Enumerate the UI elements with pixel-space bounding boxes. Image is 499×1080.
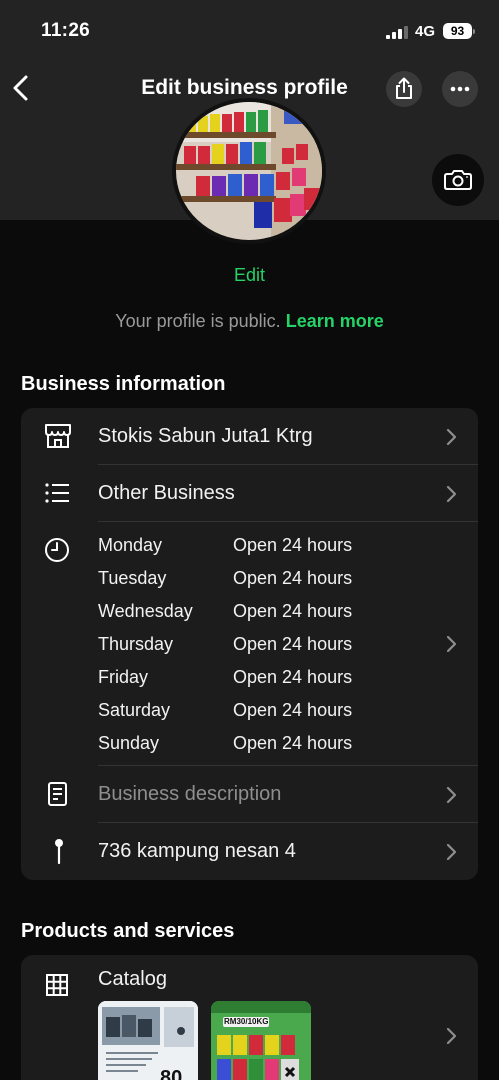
clock-icon [45,538,69,562]
battery-icon: 93 [443,23,472,39]
catalog-row[interactable]: Catalog 80 RM30/10KG [21,955,478,1080]
business-category: Other Business [98,482,235,504]
profile-public-note: Your profile is public. Learn more [0,311,499,332]
hours-day: Saturday [98,700,171,720]
hours-value: Open 24 hours [233,667,353,687]
products-card: Catalog 80 RM30/10KG [21,955,478,1080]
products-services-title: Products and services [21,920,235,942]
hours-value: Open 24 hours [233,535,353,555]
status-bar: 11:26 4G 93 [0,20,499,44]
business-description-row[interactable]: Business description [21,766,478,823]
hours-value: Open 24 hours [233,700,353,720]
business-information-title: Business information [21,373,226,395]
business-description-placeholder: Business description [98,783,282,805]
business-info-card: Stokis Sabun Juta1 Ktrg Other Business M… [21,408,478,880]
change-photo-button[interactable] [432,154,484,206]
catalog-label: Catalog [98,968,167,990]
hours-day: Monday [98,535,163,555]
document-icon [48,782,67,806]
business-name: Stokis Sabun Juta1 Ktrg [98,425,313,447]
hours-day: Thursday [98,634,174,654]
network-type: 4G [415,23,436,40]
business-name-row[interactable]: Stokis Sabun Juta1 Ktrg [21,408,478,465]
chevron-right-icon [446,428,457,446]
chevron-right-icon [446,485,457,503]
camera-icon [444,170,472,190]
business-address: 736 kampung nesan 4 [98,840,296,862]
hours-value: Open 24 hours [233,733,353,753]
business-hours-row[interactable]: Monday Open 24 hours Tuesday Open 24 hou… [21,522,478,765]
catalog-thumb-label: RM30/10KG [224,1017,269,1026]
learn-more-link[interactable]: Learn more [286,311,384,331]
hours-day: Sunday [98,733,160,753]
hours-day: Tuesday [98,568,167,588]
grid-icon [46,974,68,996]
hours-value: Open 24 hours [233,601,353,621]
battery-tip [473,29,475,34]
store-icon [45,424,71,448]
business-category-row[interactable]: Other Business [21,465,478,522]
hours-value: Open 24 hours [233,568,353,588]
catalog-thumbnail[interactable]: 80 [98,1001,198,1080]
hours-day: Friday [98,667,149,687]
more-horizontal-icon [450,86,470,92]
signal-icon [386,26,408,39]
status-time: 11:26 [41,20,91,41]
pin-icon [55,839,63,865]
edit-photo-link[interactable]: Edit [0,265,499,286]
chevron-right-icon [446,1027,457,1045]
share-button[interactable] [386,71,422,107]
business-address-row[interactable]: 736 kampung nesan 4 [21,823,478,880]
profile-photo[interactable] [172,98,326,244]
catalog-thumbnail[interactable]: RM30/10KG [211,1001,311,1080]
hours-value: Open 24 hours [233,634,353,654]
share-icon [396,77,412,99]
hours-day: Wednesday [98,601,193,621]
public-text: Your profile is public. [115,311,281,331]
list-icon [45,483,69,503]
chevron-right-icon [446,635,457,653]
more-button[interactable] [442,71,478,107]
chevron-right-icon [446,786,457,804]
chevron-right-icon [446,843,457,861]
catalog-thumb-price: 80 [160,1067,183,1080]
